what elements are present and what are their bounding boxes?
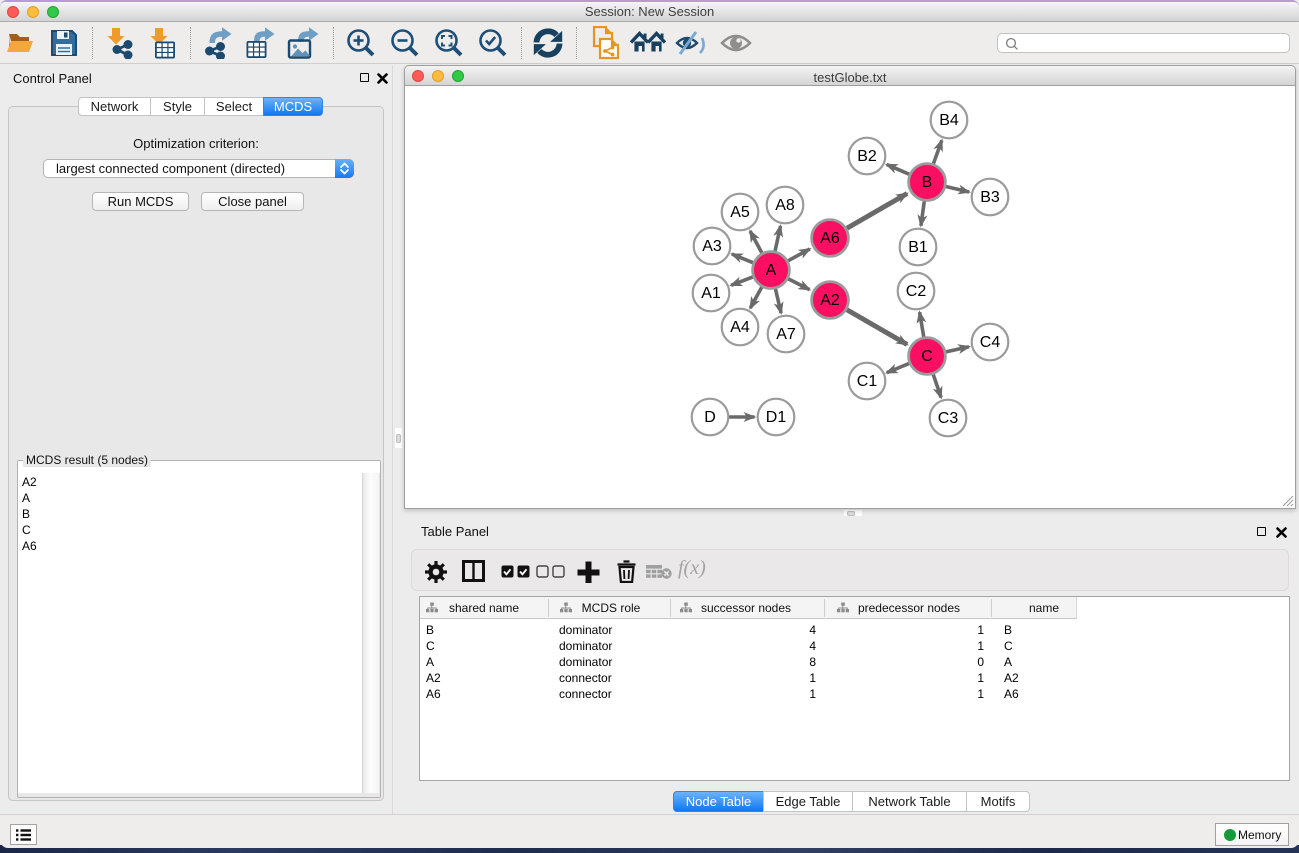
- svg-text:A7: A7: [776, 326, 796, 343]
- svg-text:C1: C1: [857, 373, 878, 390]
- svg-text:C3: C3: [938, 410, 959, 427]
- svg-text:A4: A4: [730, 319, 750, 336]
- svg-text:B3: B3: [980, 189, 1000, 206]
- svg-text:B4: B4: [939, 112, 959, 129]
- svg-text:A: A: [766, 262, 777, 279]
- svg-text:B1: B1: [908, 239, 928, 256]
- svg-text:A6: A6: [820, 230, 840, 247]
- svg-text:C4: C4: [980, 334, 1001, 351]
- svg-text:B: B: [922, 174, 933, 191]
- svg-text:A5: A5: [730, 204, 750, 221]
- svg-text:D1: D1: [766, 409, 787, 426]
- svg-text:D: D: [704, 409, 716, 426]
- svg-text:C: C: [921, 348, 933, 365]
- svg-text:A8: A8: [775, 197, 795, 214]
- svg-text:A2: A2: [820, 292, 840, 309]
- svg-text:A3: A3: [702, 238, 722, 255]
- svg-text:C2: C2: [906, 283, 927, 300]
- svg-text:B2: B2: [857, 148, 877, 165]
- svg-text:A1: A1: [701, 285, 721, 302]
